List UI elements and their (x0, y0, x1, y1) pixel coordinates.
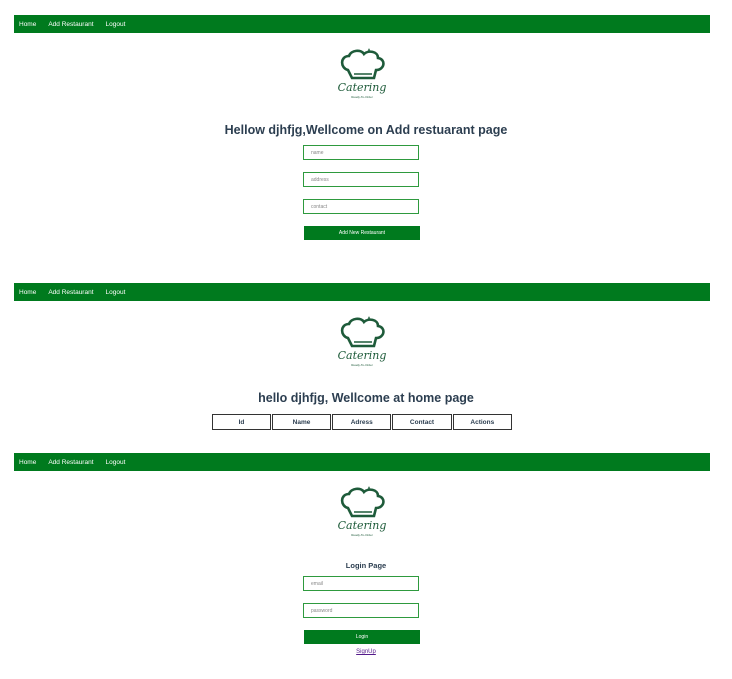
nav-logout-link[interactable]: Logout (106, 459, 126, 466)
navbar: Home Add Restaurant Logout (14, 283, 710, 301)
nav-home-link[interactable]: Home (19, 289, 36, 296)
chef-hat-logo-icon: Catering Ready-To-Order (338, 48, 387, 99)
add-page-heading: Hellow djhfjg,Wellcome on Add restuarant… (224, 123, 508, 137)
logo-tagline: Ready-To-Order (351, 533, 373, 537)
logo-tagline: Ready-To-Order (351, 95, 373, 99)
email-input[interactable] (303, 576, 419, 591)
catering-logo: Catering Ready-To-Order (332, 316, 392, 368)
restaurant-table: Id Name Adress Contact Actions (211, 413, 513, 431)
restaurant-name-input[interactable] (303, 145, 419, 160)
nav-add-restaurant-link[interactable]: Add Restaurant (48, 459, 93, 466)
navbar: Home Add Restaurant Logout (14, 453, 710, 471)
nav-add-restaurant-link[interactable]: Add Restaurant (48, 289, 93, 296)
nav-home-link[interactable]: Home (19, 21, 36, 28)
table-header-row: Id Name Adress Contact Actions (212, 414, 512, 430)
nav-logout-link[interactable]: Logout (106, 21, 126, 28)
nav-add-restaurant-link[interactable]: Add Restaurant (48, 21, 93, 28)
table-header-name: Name (271, 414, 332, 430)
table-header-actions: Actions (452, 414, 512, 430)
login-page-heading: Login Page (345, 561, 387, 570)
restaurant-contact-input[interactable] (303, 199, 419, 214)
logo-text: Catering (338, 519, 387, 532)
table-header-id: Id (212, 414, 271, 430)
logo-text: Catering (338, 349, 387, 362)
add-new-restaurant-button[interactable]: Add New Restaurant (304, 226, 420, 240)
table-header-address: Adress (332, 414, 392, 430)
signup-link[interactable]: SignUp (0, 649, 732, 655)
catering-logo: Catering Ready-To-Order (332, 486, 392, 538)
logo-text: Catering (338, 81, 387, 94)
table-header-contact: Contact (392, 414, 452, 430)
nav-logout-link[interactable]: Logout (106, 289, 126, 296)
chef-hat-logo-icon: Catering Ready-To-Order (338, 486, 387, 537)
login-button[interactable]: Login (304, 630, 420, 644)
catering-logo: Catering Ready-To-Order (332, 48, 392, 100)
restaurant-address-input[interactable] (303, 172, 419, 187)
chef-hat-logo-icon: Catering Ready-To-Order (338, 316, 387, 367)
navbar: Home Add Restaurant Logout (14, 15, 710, 33)
password-input[interactable] (303, 603, 419, 618)
home-page-heading: hello djhfjg, Wellcome at home page (258, 391, 474, 405)
nav-home-link[interactable]: Home (19, 459, 36, 466)
logo-tagline: Ready-To-Order (351, 363, 373, 367)
